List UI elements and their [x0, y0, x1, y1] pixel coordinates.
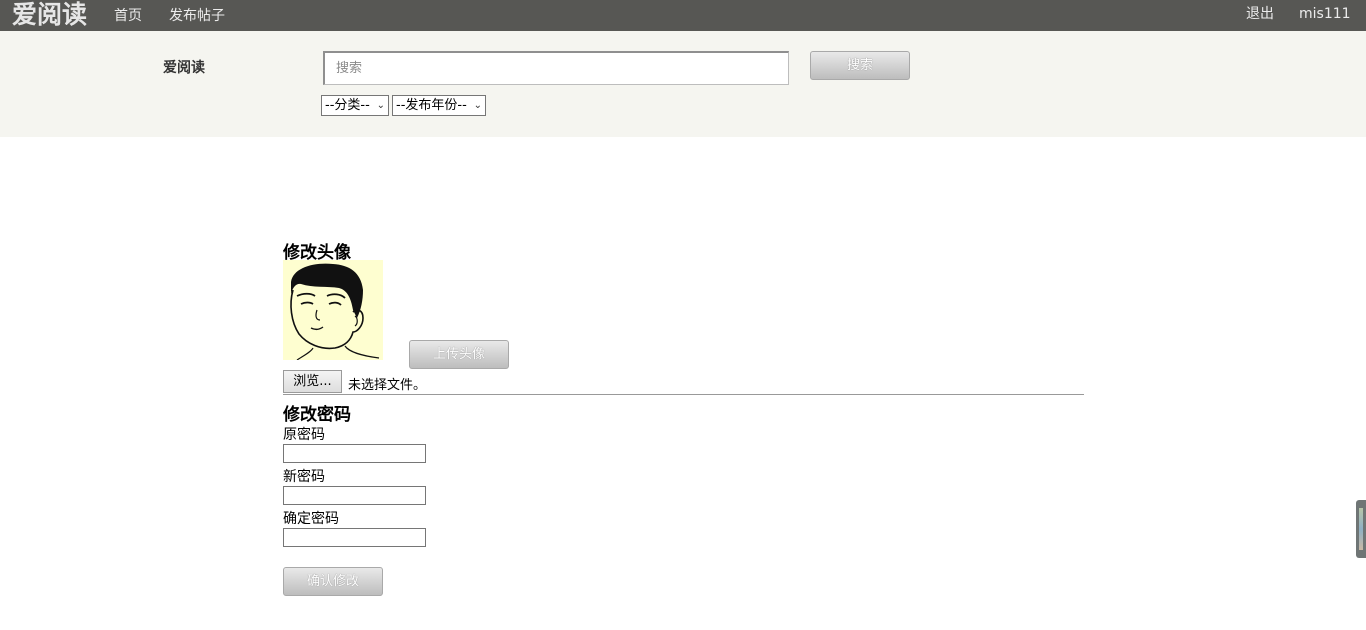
search-band: 爱阅读 搜索 --分类-- ⌄ --发布年份-- ⌄	[0, 31, 1366, 137]
old-password-field[interactable]	[283, 444, 426, 463]
category-select-value: --分类--	[325, 98, 370, 113]
search-input[interactable]	[323, 51, 789, 85]
year-select[interactable]: --发布年份-- ⌄	[392, 95, 486, 116]
category-select[interactable]: --分类-- ⌄	[321, 95, 389, 116]
chevron-down-icon: ⌄	[376, 100, 385, 111]
avatar	[283, 260, 383, 360]
browse-file-button[interactable]: 浏览...	[283, 370, 342, 393]
side-float-widget[interactable]	[1356, 500, 1366, 558]
search-band-title: 爱阅读	[163, 60, 205, 76]
brand-logo[interactable]: 爱阅读	[12, 0, 87, 30]
confirm-password-label: 确定密码	[283, 511, 339, 527]
equalizer-icon	[1359, 508, 1363, 550]
upload-avatar-button[interactable]: 上传头像	[409, 340, 509, 369]
file-status-text: 未选择文件。	[348, 378, 427, 393]
new-password-label: 新密码	[283, 469, 325, 485]
top-navbar: 爱阅读 首页 发布帖子 退出 mis111	[0, 0, 1366, 31]
avatar-face-icon	[290, 263, 380, 360]
password-section-heading: 修改密码	[283, 405, 351, 425]
new-password-field[interactable]	[283, 486, 426, 505]
chevron-down-icon: ⌄	[473, 100, 482, 111]
nav-logout-link[interactable]: 退出	[1246, 6, 1274, 23]
nav-home-link[interactable]: 首页	[114, 8, 142, 25]
confirm-change-button[interactable]: 确认修改	[283, 567, 383, 596]
year-select-value: --发布年份--	[396, 98, 467, 113]
nav-username-link[interactable]: mis111	[1299, 6, 1351, 23]
confirm-password-field[interactable]	[283, 528, 426, 547]
search-button[interactable]: 搜索	[810, 51, 910, 80]
section-divider	[283, 394, 1084, 395]
old-password-label: 原密码	[283, 427, 325, 443]
nav-post-link[interactable]: 发布帖子	[169, 8, 225, 25]
